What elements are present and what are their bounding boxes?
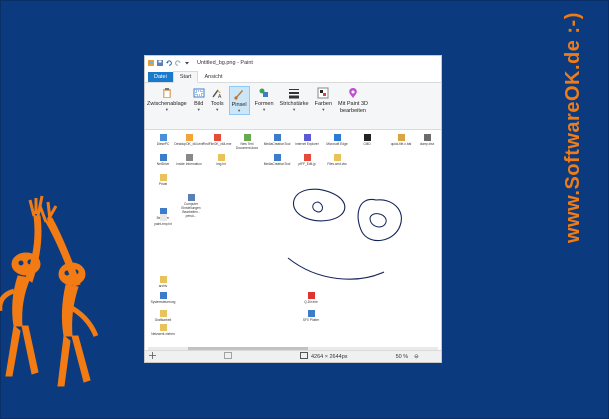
status-bar: 4264 × 2644px 50 % ⊖ [145,350,441,362]
save-icon[interactable] [157,60,163,66]
chevron-down-icon: ▼ [321,107,326,112]
image-button[interactable]: Bild ▼ [193,87,205,112]
quick-access-dropdown-icon[interactable] [184,60,190,66]
tab-start[interactable]: Start [172,71,199,83]
image-size-icon [300,352,308,361]
title-bar: Untitled_bg.png - Paint [145,56,441,70]
selection-size-icon [224,352,232,361]
colors-button[interactable]: Farben ▼ [315,87,332,112]
freehand-drawing [287,188,402,280]
chevron-down-icon: ▼ [164,107,169,112]
svg-text:A: A [218,94,222,99]
paint3d-button[interactable]: Mit Paint 3D bearbeiten [338,87,368,114]
image-icon [193,88,205,98]
palette-icon [317,87,329,99]
brush-icon [234,90,244,100]
shapes-button[interactable]: Formen ▼ [255,87,274,112]
undo-icon[interactable] [166,60,172,66]
ribbon-tabs: Datei Start Ansicht [145,70,441,83]
chevron-down-icon: ▼ [292,107,297,112]
tools-button[interactable]: A Tools ▼ [211,87,224,112]
softwareok-watermark: www.SoftwareOK.de :-) [562,12,584,243]
tools-icon: A [212,89,222,99]
paint-window: Untitled_bg.png - Paint Datei Start Ansi… [145,56,441,362]
tab-datei[interactable]: Datei [148,72,173,82]
redo-icon[interactable] [175,60,181,66]
tab-ansicht[interactable]: Ansicht [198,72,228,82]
zoom-out-button[interactable]: ⊖ [414,354,419,360]
chevron-down-icon: ▼ [262,107,267,112]
cursor-position-icon [149,352,156,361]
drawing-canvas[interactable]: DiesePC DesktopOK_x64.exe FindFileOK_x64.e… [148,132,438,347]
paint3d-label-line1: Mit Paint 3D [338,101,368,107]
paint3d-label-line2: bearbeiten [340,107,366,114]
chevron-down-icon: ▼ [237,108,242,113]
ribbon-toolbar: Zwischenablage ▼ Bild ▼ A Tools ▼ Pinsel… [145,83,441,130]
image-dimensions: 4264 × 2644px [311,353,348,360]
paint3d-icon [349,88,357,98]
paint3d-label: Mit Paint 3D bearbeiten [338,101,368,114]
shapes-icon [259,88,269,97]
stroke-width-icon [289,89,300,99]
chevron-down-icon: ▼ [215,107,220,112]
mascot-figures-illustration [0,195,99,387]
zoom-level: 50 % [395,353,409,360]
stroke-width-button[interactable]: Strichstärke ▼ [280,87,309,112]
chevron-down-icon: ▼ [196,107,201,112]
window-title: Untitled_bg.png - Paint [197,60,253,66]
brush-button[interactable]: Pinsel ▼ [228,86,250,115]
paint-app-icon [148,60,154,66]
clipboard-icon [162,88,171,98]
clipboard-button[interactable]: Zwischenablage ▼ [147,87,187,112]
